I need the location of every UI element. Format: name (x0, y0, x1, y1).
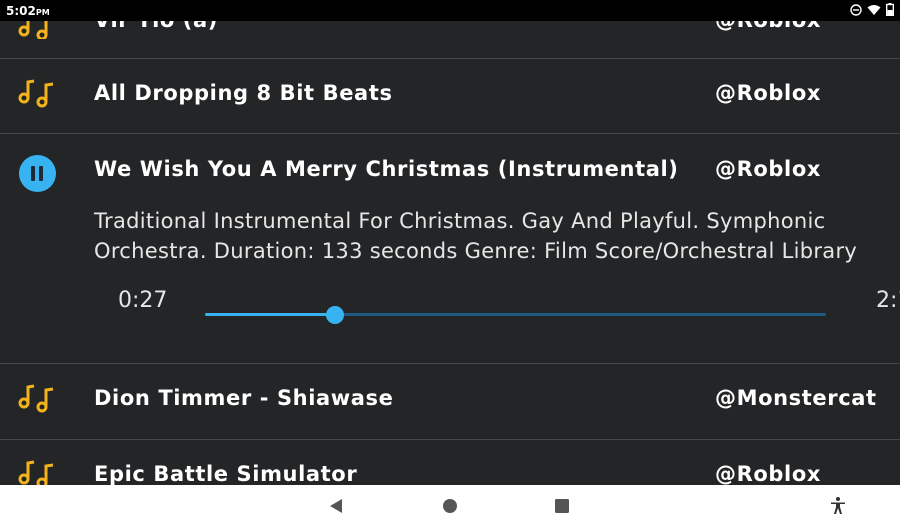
track-row[interactable]: Dion Timmer - Shiawase @Monstercat (0, 364, 900, 438)
progress-fill (205, 313, 336, 316)
wifi-icon (867, 4, 881, 15)
track-title: We Wish You A Merry Christmas (Instrumen… (94, 157, 679, 181)
pause-icon (31, 166, 35, 181)
status-time: 5:02PM (6, 4, 50, 18)
recents-icon[interactable] (552, 496, 572, 516)
accessibility-icon[interactable] (828, 496, 848, 516)
home-icon[interactable] (440, 496, 460, 516)
pause-button[interactable] (19, 155, 56, 192)
track-row[interactable]: Epic Battle Simulator @Roblox (0, 440, 900, 485)
time-elapsed: 0:27 (118, 288, 168, 313)
battery-icon (886, 3, 894, 16)
track-list[interactable]: Vir Tio (a) @Roblox All Dropping 8 Bit B… (0, 21, 900, 485)
status-bar: 5:02PM (0, 0, 900, 21)
navigation-bar (0, 485, 900, 527)
do-not-disturb-icon (850, 3, 862, 16)
track-title: Epic Battle Simulator (94, 462, 358, 485)
progress-thumb[interactable] (326, 306, 345, 324)
time-total: 2:13 (876, 288, 900, 313)
track-creator[interactable]: @Roblox (715, 157, 821, 181)
track-description: Traditional Instrumental For Christmas. … (94, 209, 858, 263)
track-title: Dion Timmer - Shiawase (94, 386, 394, 410)
music-note-icon (18, 460, 54, 485)
music-note-icon (18, 384, 54, 413)
back-icon[interactable] (326, 496, 346, 516)
track-creator[interactable]: @Roblox (715, 462, 821, 485)
track-row-expanded[interactable]: We Wish You A Merry Christmas (Instrumen… (0, 21, 900, 364)
track-creator[interactable]: @Monstercat (715, 386, 877, 410)
